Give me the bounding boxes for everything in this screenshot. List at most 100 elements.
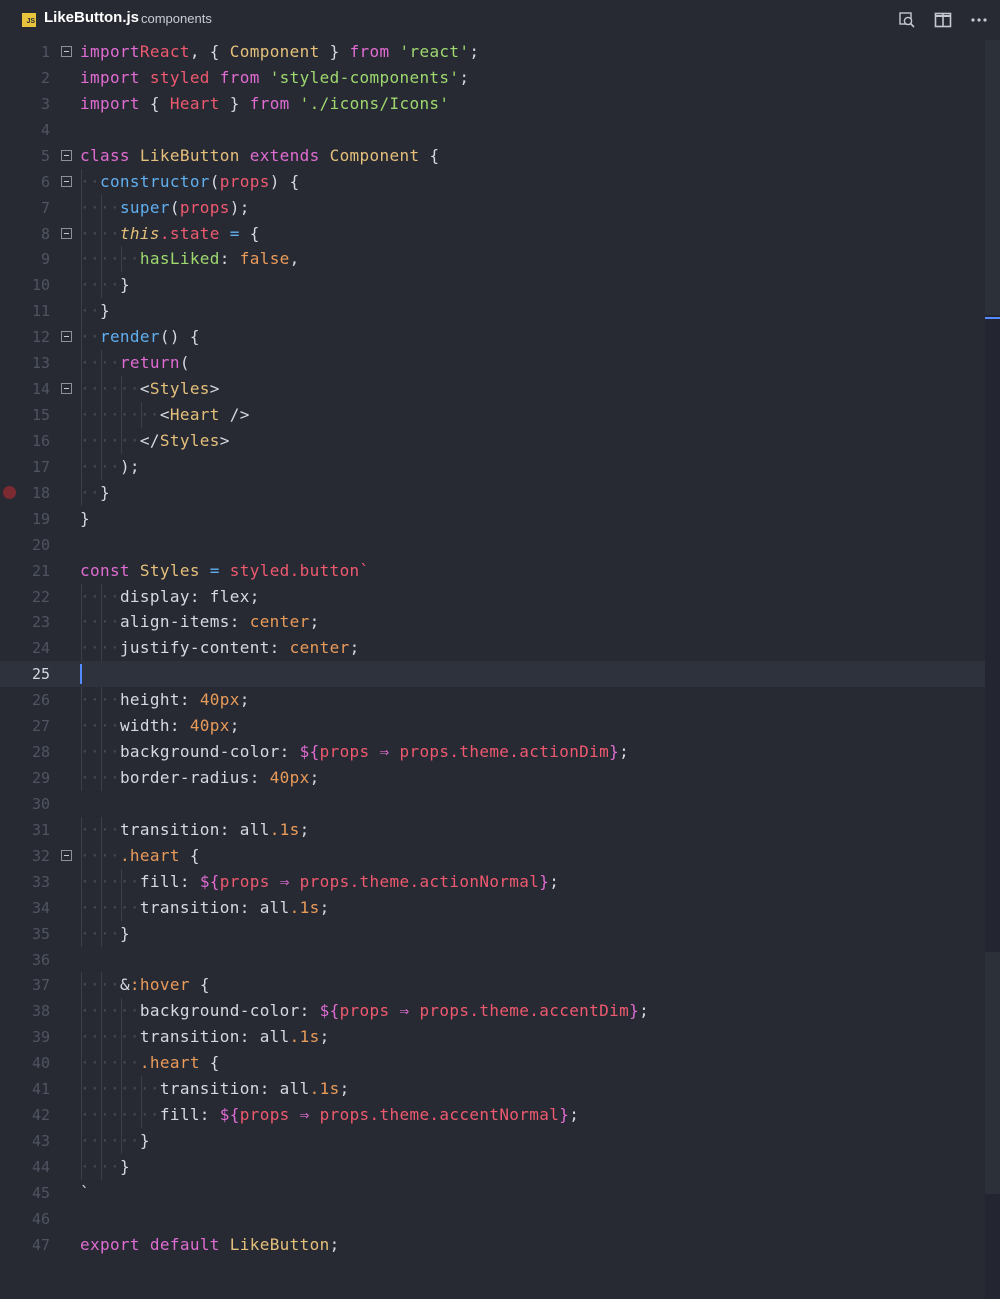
code-text[interactable]: .heart { — [80, 843, 200, 869]
line-number[interactable]: 1 — [0, 39, 50, 65]
code-text[interactable]: transition: all.1s; — [80, 895, 330, 921]
code-line[interactable]: 20 — [0, 532, 985, 558]
code-text[interactable]: transition: all.1s; — [80, 817, 310, 843]
code-editor[interactable]: 1 importReact, { Component } from 'react'… — [0, 40, 1000, 1299]
line-number[interactable]: 22 — [0, 584, 50, 610]
code-line[interactable]: 11 ·· } — [0, 298, 985, 325]
line-number[interactable]: 43 — [0, 1128, 50, 1154]
line-number[interactable]: 46 — [0, 1206, 50, 1232]
split-editor-icon[interactable] — [933, 10, 953, 30]
line-number[interactable]: 9 — [0, 246, 50, 272]
code-line[interactable]: 26 ···· height: 40px; — [0, 687, 985, 714]
code-text[interactable]: width: 40px; — [80, 713, 240, 739]
code-text[interactable]: <Heart /> — [80, 402, 250, 428]
line-number[interactable]: 25 — [0, 661, 50, 687]
line-number[interactable]: 19 — [0, 506, 50, 532]
code-text[interactable]: background-color: ${props ⇒ props.theme.… — [80, 998, 649, 1024]
vertical-scrollbar[interactable] — [985, 40, 1000, 1299]
code-text[interactable]: ); — [80, 454, 140, 480]
line-number[interactable]: 47 — [0, 1232, 50, 1258]
code-text[interactable]: transition: all.1s; — [80, 1024, 330, 1050]
line-number[interactable]: 36 — [0, 947, 50, 973]
code-line[interactable]: 21 const Styles = styled.button` — [0, 558, 985, 584]
code-text[interactable]: justify-content: center; — [80, 635, 360, 661]
code-line[interactable]: 6 ·· constructor(props) { — [0, 168, 985, 195]
code-line[interactable]: 1 importReact, { Component } from 'react'… — [0, 39, 985, 65]
code-line[interactable]: 44 ···· } — [0, 1153, 985, 1180]
code-text[interactable]: class LikeButton extends Component { — [80, 143, 439, 169]
code-text[interactable]: align-items: center; — [80, 609, 320, 635]
fold-toggle-icon[interactable] — [61, 175, 72, 187]
line-number[interactable]: 2 — [0, 65, 50, 91]
line-number[interactable]: 34 — [0, 895, 50, 921]
line-number[interactable]: 30 — [0, 791, 50, 817]
code-line[interactable]: 31 ···· transition: all.1s; — [0, 816, 985, 843]
line-number[interactable]: 33 — [0, 869, 50, 895]
line-number[interactable]: 12 — [0, 324, 50, 350]
line-number[interactable]: 5 — [0, 143, 50, 169]
tab-filename[interactable]: LikeButton.js — [44, 9, 139, 26]
fold-toggle-icon[interactable] — [61, 149, 72, 161]
code-line[interactable]: 9 ······ hasLiked: false, — [0, 246, 985, 273]
line-number[interactable]: 11 — [0, 298, 50, 324]
line-number[interactable]: 29 — [0, 765, 50, 791]
line-number[interactable]: 35 — [0, 921, 50, 947]
code-text[interactable]: </Styles> — [80, 428, 230, 454]
line-number[interactable]: 42 — [0, 1102, 50, 1128]
code-line[interactable]: 47 export default LikeButton; — [0, 1232, 985, 1258]
code-line[interactable]: 41 ········ transition: all.1s; — [0, 1076, 985, 1103]
line-number[interactable]: 41 — [0, 1076, 50, 1102]
code-text[interactable]: display: flex; — [80, 584, 260, 610]
code-line[interactable]: 30 — [0, 791, 985, 817]
line-number[interactable]: 16 — [0, 428, 50, 454]
code-line[interactable]: 7 ···· super(props); — [0, 194, 985, 221]
fold-toggle-icon[interactable] — [61, 331, 72, 343]
code-line[interactable]: 18 ·· } — [0, 479, 985, 506]
scrollbar-thumb[interactable] — [985, 952, 1000, 1194]
code-line[interactable]: 23 ···· align-items: center; — [0, 609, 985, 636]
code-text[interactable]: import styled from 'styled-components'; — [80, 65, 469, 91]
code-text[interactable]: height: 40px; — [80, 687, 250, 713]
line-number[interactable]: 31 — [0, 817, 50, 843]
code-line[interactable]: 32 ···· .heart { — [0, 842, 985, 869]
line-number[interactable]: 20 — [0, 532, 50, 558]
code-text[interactable]: &:hover { — [80, 972, 210, 998]
code-text[interactable]: export default LikeButton; — [80, 1232, 340, 1258]
line-number[interactable]: 27 — [0, 713, 50, 739]
code-text[interactable]: } — [80, 480, 110, 506]
code-text[interactable]: hasLiked: false, — [80, 246, 300, 272]
code-line[interactable]: 40 ······ .heart { — [0, 1050, 985, 1077]
code-text[interactable]: importReact, { Component } from 'react'; — [80, 39, 479, 65]
code-line[interactable]: 42 ········ fill: ${props ⇒ props.theme.a… — [0, 1102, 985, 1129]
code-line[interactable]: 4 — [0, 117, 985, 143]
code-line[interactable]: 45 ` — [0, 1180, 985, 1206]
code-text[interactable]: border-radius: 40px; — [80, 765, 320, 791]
code-line[interactable]: 46 — [0, 1206, 985, 1232]
code-line[interactable]: 24 ···· justify-content: center; — [0, 635, 985, 662]
code-line[interactable]: 27 ···· width: 40px; — [0, 713, 985, 740]
code-text[interactable]: background-color: ${props ⇒ props.theme.… — [80, 739, 629, 765]
code-line[interactable]: 8 ···· this.state = { — [0, 220, 985, 247]
code-text[interactable]: .heart { — [80, 1050, 220, 1076]
code-line[interactable]: 28 ···· background-color: ${props ⇒ props… — [0, 739, 985, 766]
fold-toggle-icon[interactable] — [61, 849, 72, 861]
code-text[interactable]: ` — [80, 1180, 90, 1206]
line-number[interactable]: 13 — [0, 350, 50, 376]
code-text[interactable]: const Styles = styled.button` — [80, 558, 370, 584]
code-text[interactable]: } — [80, 1154, 130, 1180]
line-number[interactable]: 15 — [0, 402, 50, 428]
fold-toggle-icon[interactable] — [61, 383, 72, 395]
code-text[interactable]: this.state = { — [80, 221, 260, 247]
line-number[interactable]: 10 — [0, 272, 50, 298]
code-text[interactable]: super(props); — [80, 195, 250, 221]
code-line[interactable]: 16 ······ </Styles> — [0, 427, 985, 454]
line-number[interactable]: 24 — [0, 635, 50, 661]
code-line[interactable]: 33 ······ fill: ${props ⇒ props.theme.act… — [0, 868, 985, 895]
line-number[interactable]: 44 — [0, 1154, 50, 1180]
more-icon[interactable] — [969, 10, 989, 30]
line-number[interactable]: 37 — [0, 972, 50, 998]
line-number[interactable]: 23 — [0, 609, 50, 635]
line-number[interactable]: 45 — [0, 1180, 50, 1206]
line-number[interactable]: 4 — [0, 117, 50, 143]
code-line[interactable]: 39 ······ transition: all.1s; — [0, 1024, 985, 1051]
